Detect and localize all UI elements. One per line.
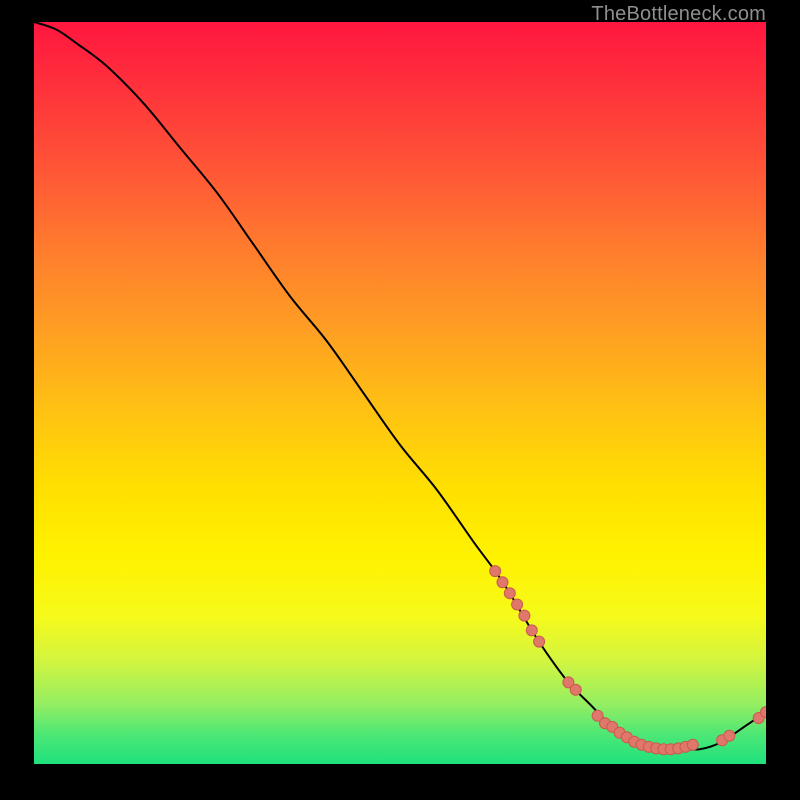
chart-frame: TheBottleneck.com — [0, 0, 800, 800]
curve-marker — [687, 739, 698, 750]
curve-markers — [490, 566, 766, 755]
curve-marker — [570, 684, 581, 695]
curve-marker — [512, 599, 523, 610]
curve-marker — [490, 566, 501, 577]
curve-marker — [497, 577, 508, 588]
plot-area — [34, 22, 766, 764]
curve-marker — [519, 610, 530, 621]
curve-marker — [534, 636, 545, 647]
curve-svg — [34, 22, 766, 764]
curve-marker — [724, 730, 735, 741]
curve-marker — [504, 588, 515, 599]
curve-marker — [526, 625, 537, 636]
bottleneck-curve-path — [34, 22, 766, 750]
